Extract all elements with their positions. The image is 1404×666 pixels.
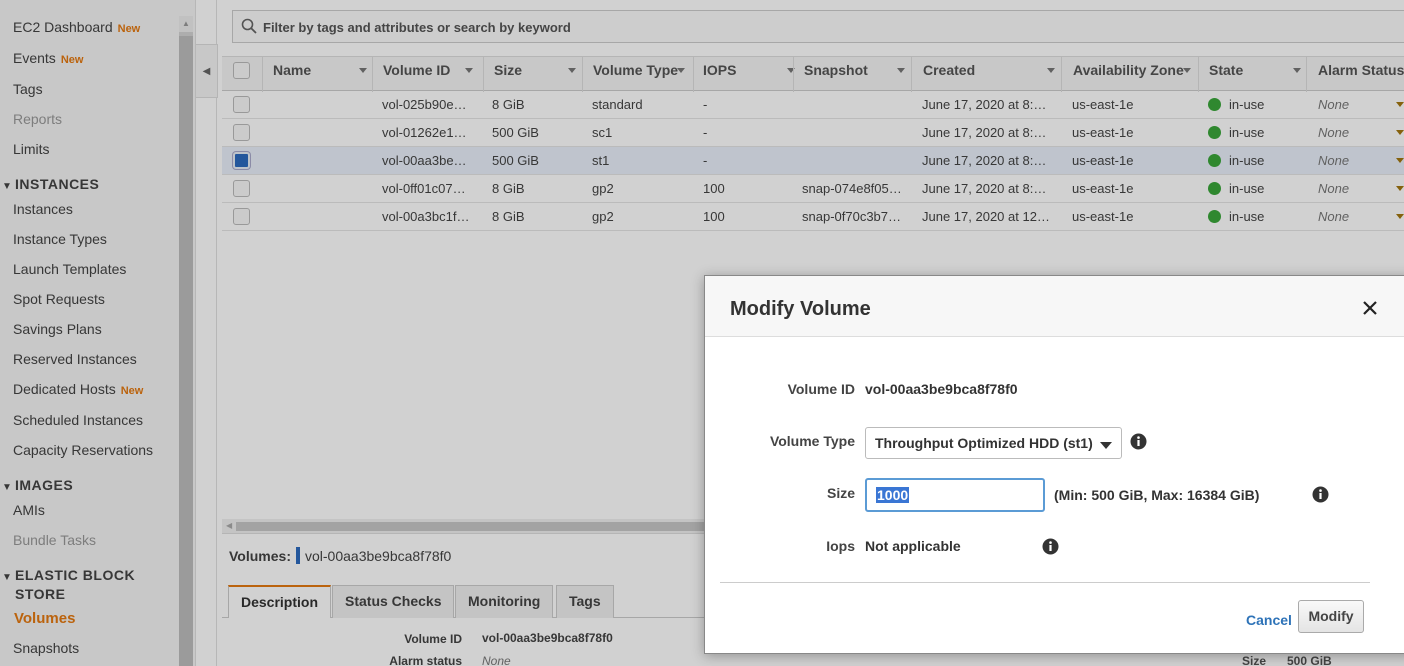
info-icon[interactable] — [1130, 433, 1147, 450]
size-input-value: 1000 — [876, 487, 910, 503]
dialog-divider — [720, 582, 1370, 583]
size-input[interactable]: 1000 — [865, 478, 1045, 512]
size-label: Size — [826, 485, 855, 501]
volume-type-label: Volume Type — [769, 433, 855, 449]
modify-button[interactable]: Modify — [1298, 600, 1364, 633]
dialog-title: Modify Volume — [730, 298, 871, 320]
volume-id-value: vol-00aa3be9bca8f78f0 — [865, 381, 1018, 397]
close-icon[interactable] — [1360, 298, 1380, 318]
modify-volume-dialog: Modify Volume Volume ID vol-00aa3be9bca8… — [704, 275, 1404, 654]
detail-size-label: Size — [1242, 654, 1267, 666]
chevron-down-icon — [1100, 442, 1112, 449]
volume-type-selected: Throughput Optimized HDD (st1) — [875, 435, 1093, 451]
volume-id-label: Volume ID — [787, 381, 855, 397]
size-hint: (Min: 500 GiB, Max: 16384 GiB) — [1054, 487, 1260, 503]
info-icon[interactable] — [1042, 538, 1059, 555]
volume-type-select[interactable]: Throughput Optimized HDD (st1) — [865, 427, 1122, 459]
iops-value: Not applicable — [865, 538, 961, 554]
info-icon[interactable] — [1312, 486, 1329, 503]
dialog-header: Modify Volume — [705, 276, 1404, 337]
iops-label: Iops — [826, 538, 855, 554]
detail-size-value: 500 GiB — [1287, 654, 1332, 666]
cancel-button[interactable]: Cancel — [1246, 612, 1292, 628]
